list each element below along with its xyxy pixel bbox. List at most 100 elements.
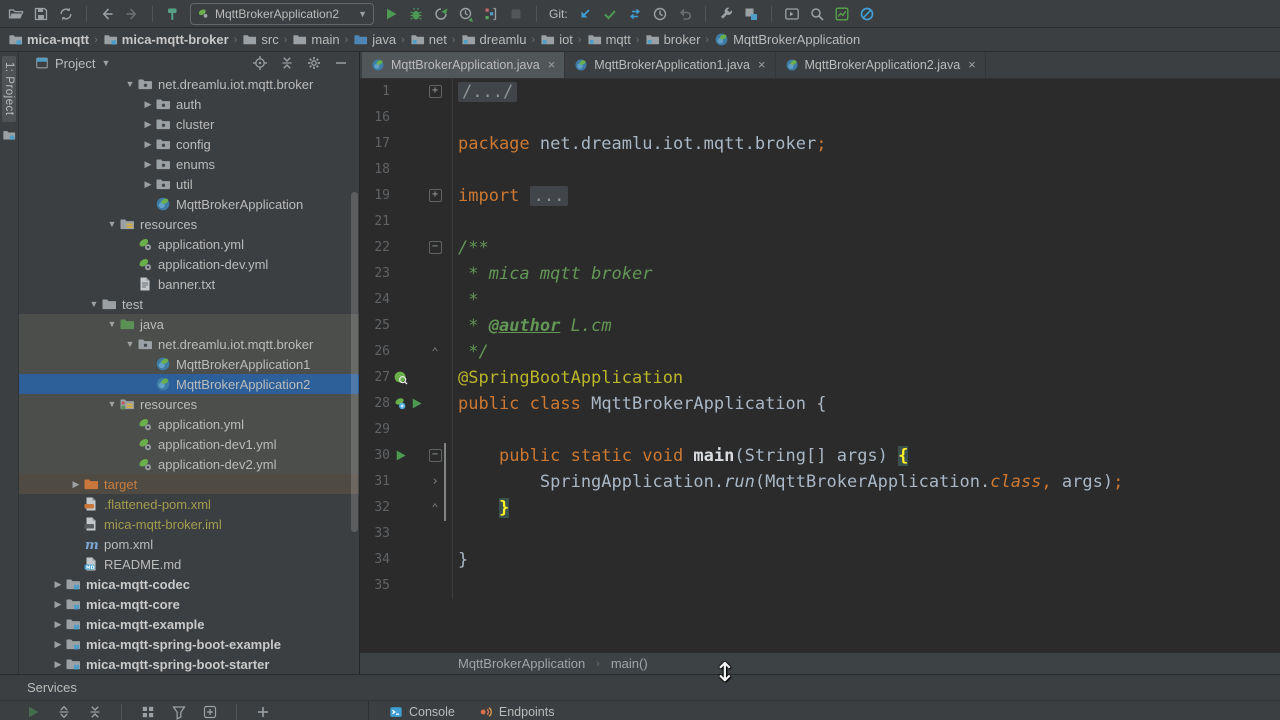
wrench-icon[interactable]: [718, 6, 734, 22]
hide-panel-icon[interactable]: [333, 55, 349, 71]
services-tab-endpoints[interactable]: Endpoints: [471, 705, 563, 719]
tree-expander[interactable]: ▶: [51, 659, 65, 670]
tree-row[interactable]: .flattened-pom.xml: [19, 494, 359, 514]
run-icon[interactable]: [393, 448, 408, 463]
collapse-all-icon[interactable]: [87, 704, 103, 720]
project-scrollbar-thumb[interactable]: [351, 192, 358, 532]
close-icon[interactable]: ×: [548, 57, 556, 72]
git-commit-icon[interactable]: [602, 6, 618, 22]
tree-row[interactable]: banner.txt: [19, 274, 359, 294]
tree-row[interactable]: ▼ java: [19, 314, 359, 334]
breadcrumb-item[interactable]: net: [410, 32, 447, 47]
fold-marker[interactable]: ⌃: [425, 339, 445, 365]
breadcrumb-item[interactable]: mica-mqtt: [8, 32, 89, 47]
tree-expander[interactable]: ▶: [141, 139, 155, 150]
editor-breadcrumb-item[interactable]: MqttBrokerApplication: [458, 656, 585, 671]
editor-tab[interactable]: MqttBrokerApplication.java ×: [362, 52, 566, 78]
run-anything-icon[interactable]: [784, 6, 800, 22]
fold-marker[interactable]: [425, 313, 445, 339]
tree-row[interactable]: mica-mqtt-broker.iml: [19, 514, 359, 534]
settings-gear-icon[interactable]: [306, 55, 322, 71]
tree-expander[interactable]: ▶: [51, 619, 65, 630]
tree-row[interactable]: ▼ resources: [19, 214, 359, 234]
close-icon[interactable]: ×: [968, 57, 976, 72]
concurrency-icon[interactable]: [483, 6, 499, 22]
spring-search-icon[interactable]: [393, 370, 408, 386]
tree-row[interactable]: application.yml: [19, 414, 359, 434]
tree-row[interactable]: ▶ mica-mqtt-core: [19, 594, 359, 614]
tree-row[interactable]: MqttBrokerApplication: [19, 194, 359, 214]
tree-expander[interactable]: ▶: [141, 99, 155, 110]
project-structure-icon[interactable]: [743, 6, 759, 22]
services-tab-console[interactable]: Console: [381, 705, 463, 719]
fold-marker[interactable]: [425, 391, 445, 417]
forward-icon[interactable]: [124, 6, 140, 22]
services-run-icon[interactable]: [25, 704, 41, 720]
tree-row[interactable]: MqttBrokerApplication2: [19, 374, 359, 394]
tree-expander[interactable]: ▶: [69, 479, 83, 490]
fold-marker[interactable]: [425, 261, 445, 287]
undo-icon[interactable]: [677, 6, 693, 22]
breadcrumb-item[interactable]: iot: [540, 32, 573, 47]
tree-row[interactable]: ▶ target: [19, 474, 359, 494]
profiler-icon[interactable]: [458, 6, 474, 22]
editor-tab[interactable]: MqttBrokerApplication2.java ×: [776, 52, 986, 78]
breadcrumb-item[interactable]: MqttBrokerApplication: [714, 32, 860, 47]
tree-row[interactable]: ▶ enums: [19, 154, 359, 174]
git-compare-icon[interactable]: [627, 6, 643, 22]
spring-bean-icon[interactable]: [393, 396, 408, 411]
tree-expander[interactable]: ▶: [141, 159, 155, 170]
breadcrumb-item[interactable]: dreamlu: [461, 32, 527, 47]
fold-marker[interactable]: [425, 365, 445, 391]
history-icon[interactable]: [652, 6, 668, 22]
tree-row[interactable]: ▶ mica-mqtt-spring-boot-starter: [19, 654, 359, 674]
run-icon[interactable]: [409, 396, 424, 411]
git-update-icon[interactable]: [577, 6, 593, 22]
breadcrumb-item[interactable]: java: [353, 32, 396, 47]
stop-icon[interactable]: [508, 6, 524, 22]
run-configuration-select[interactable]: MqttBrokerApplication2 ▼: [190, 2, 374, 25]
sync-icon[interactable]: [58, 6, 74, 22]
tree-row[interactable]: application-dev1.yml: [19, 434, 359, 454]
run-icon[interactable]: [383, 6, 399, 22]
breadcrumb-item[interactable]: mica-mqtt-broker: [103, 32, 229, 47]
save-icon[interactable]: [33, 6, 49, 22]
tree-expander[interactable]: ▼: [123, 339, 137, 349]
fold-marker[interactable]: [425, 209, 445, 235]
breadcrumb-item[interactable]: mqtt: [587, 32, 631, 47]
build-hammer-icon[interactable]: [165, 6, 181, 22]
tree-expander[interactable]: ▶: [51, 599, 65, 610]
tree-expander[interactable]: ▶: [141, 179, 155, 190]
fold-marker[interactable]: [425, 417, 445, 443]
fold-marker[interactable]: [425, 287, 445, 313]
collapse-all-icon[interactable]: [279, 55, 295, 71]
fold-marker[interactable]: +: [425, 79, 445, 105]
chevron-down-icon[interactable]: ▼: [101, 58, 110, 68]
tree-row[interactable]: ▶ auth: [19, 94, 359, 114]
tree-expander[interactable]: ▼: [105, 219, 119, 229]
tree-row[interactable]: ▼ test: [19, 294, 359, 314]
search-icon[interactable]: [809, 6, 825, 22]
expand-all-icon[interactable]: [56, 704, 72, 720]
tree-row[interactable]: ▶ config: [19, 134, 359, 154]
coverage-icon[interactable]: [433, 6, 449, 22]
tree-expander[interactable]: ▼: [123, 79, 137, 89]
monitor-icon[interactable]: [834, 6, 850, 22]
breadcrumb-item[interactable]: src: [242, 32, 279, 47]
tree-row[interactable]: MqttBrokerApplication1: [19, 354, 359, 374]
fold-marker[interactable]: +: [425, 183, 445, 209]
project-panel-title[interactable]: Project: [55, 56, 95, 71]
fold-marker[interactable]: ›: [425, 469, 445, 495]
tree-row[interactable]: ▶ mica-mqtt-codec: [19, 574, 359, 594]
tree-row[interactable]: ▶ util: [19, 174, 359, 194]
filter-icon[interactable]: [171, 704, 187, 720]
editor-breadcrumb-item[interactable]: main(): [611, 656, 648, 671]
fold-marker[interactable]: [425, 131, 445, 157]
fold-marker[interactable]: ⌃: [425, 495, 445, 521]
breadcrumb-item[interactable]: main: [292, 32, 340, 47]
tree-row[interactable]: ▼ net.dreamlu.iot.mqtt.broker: [19, 74, 359, 94]
locate-icon[interactable]: [252, 55, 268, 71]
blocked-icon[interactable]: [859, 6, 875, 22]
plus-icon[interactable]: [255, 704, 271, 720]
tree-expander[interactable]: ▶: [51, 639, 65, 650]
